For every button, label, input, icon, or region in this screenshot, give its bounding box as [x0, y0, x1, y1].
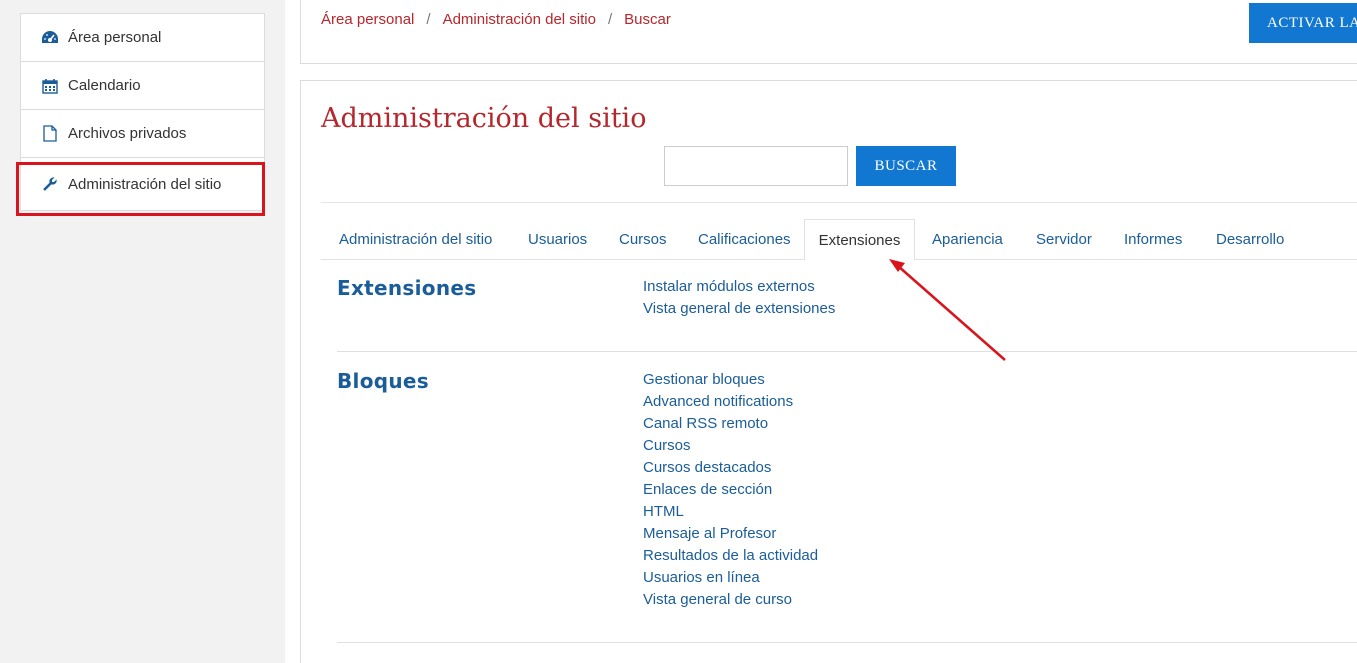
tab-desarrollo[interactable]: Desarrollo — [1216, 219, 1284, 260]
breadcrumb: Área personal / Administración del sitio… — [321, 11, 671, 28]
section-title-bloques: Bloques — [337, 369, 429, 393]
link-resultados-actividad[interactable]: Resultados de la actividad — [643, 545, 818, 567]
link-html[interactable]: HTML — [643, 501, 818, 523]
dashboard-icon — [41, 29, 59, 47]
tab-usuarios[interactable]: Usuarios — [528, 219, 587, 260]
tab-servidor[interactable]: Servidor — [1036, 219, 1092, 260]
main-region: Administración del sitio BUSCAR Administ… — [300, 80, 1357, 663]
nav-item-calendario[interactable]: Calendario — [21, 62, 264, 110]
annotation-highlight-box — [16, 162, 265, 216]
breadcrumb-link-administracion[interactable]: Administración del sitio — [443, 11, 596, 28]
link-canal-rss-remoto[interactable]: Canal RSS remoto — [643, 413, 818, 435]
breadcrumb-separator: / — [426, 11, 431, 28]
breadcrumb-separator: / — [607, 11, 613, 28]
section-links-extensiones: Instalar módulos externos Vista general … — [643, 276, 835, 320]
page-title: Administración del sitio — [321, 103, 647, 134]
nav-item-label: Calendario — [68, 77, 141, 94]
breadcrumb-link-buscar[interactable]: Buscar — [624, 11, 671, 28]
nav-drawer: Área personal Calendario Archivos privad… — [0, 0, 285, 663]
link-mensaje-al-profesor[interactable]: Mensaje al Profesor — [643, 523, 818, 545]
search-button[interactable]: BUSCAR — [856, 146, 956, 186]
link-usuarios-en-linea[interactable]: Usuarios en línea — [643, 567, 818, 589]
nav-item-label: Archivos privados — [68, 125, 187, 142]
link-enlaces-de-seccion[interactable]: Enlaces de sección — [643, 479, 818, 501]
breadcrumb-link-area-personal[interactable]: Área personal — [321, 11, 414, 28]
tab-apariencia[interactable]: Apariencia — [932, 219, 1003, 260]
tab-calificaciones[interactable]: Calificaciones — [698, 219, 791, 260]
page-header: Área personal / Administración del sitio… — [300, 0, 1357, 64]
link-cursos-destacados[interactable]: Cursos destacados — [643, 457, 818, 479]
link-gestionar-bloques[interactable]: Gestionar bloques — [643, 369, 818, 391]
admin-tabs: Administración del sitio Usuarios Cursos… — [321, 219, 1357, 261]
link-vista-general-extensiones[interactable]: Vista general de extensiones — [643, 298, 835, 320]
activate-editing-button[interactable]: ACTIVAR LA — [1249, 3, 1357, 43]
link-vista-general-curso[interactable]: Vista general de curso — [643, 589, 818, 611]
file-icon — [41, 125, 59, 143]
tab-informes[interactable]: Informes — [1124, 219, 1182, 260]
admin-search-input[interactable] — [664, 146, 848, 186]
section-links-bloques: Gestionar bloques Advanced notifications… — [643, 369, 818, 611]
divider — [337, 642, 1357, 643]
tab-cursos[interactable]: Cursos — [619, 219, 667, 260]
tab-administracion-del-sitio[interactable]: Administración del sitio — [339, 219, 492, 260]
link-advanced-notifications[interactable]: Advanced notifications — [643, 391, 818, 413]
section-title-extensiones: Extensiones — [337, 276, 477, 300]
nav-item-area-personal[interactable]: Área personal — [21, 14, 264, 62]
link-instalar-modulos[interactable]: Instalar módulos externos — [643, 276, 835, 298]
nav-item-archivos-privados[interactable]: Archivos privados — [21, 110, 264, 158]
link-cursos[interactable]: Cursos — [643, 435, 818, 457]
tab-extensiones[interactable]: Extensiones — [804, 219, 915, 261]
nav-item-label: Área personal — [68, 29, 162, 46]
divider — [337, 351, 1357, 352]
calendar-icon — [41, 77, 59, 95]
divider — [321, 202, 1357, 203]
